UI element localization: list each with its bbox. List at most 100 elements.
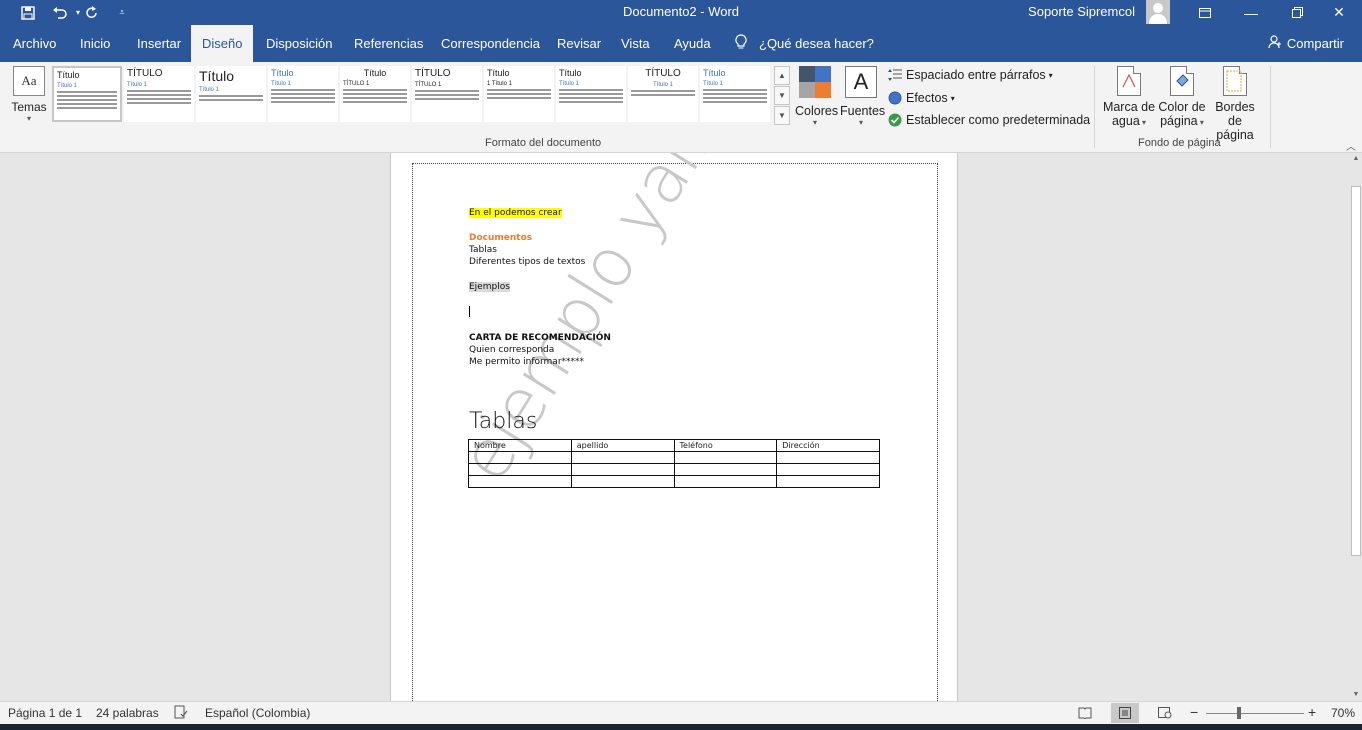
page-color-label-line1: Color de bbox=[1158, 100, 1206, 114]
paragraph-spacing-button[interactable]: Espaciado entre párrafos ▾ bbox=[888, 65, 1053, 85]
share-button[interactable]: Compartir bbox=[1268, 25, 1344, 62]
style-set-item[interactable]: Título Título 1 bbox=[52, 66, 122, 122]
fonts-button[interactable]: A Fuentes ▾ bbox=[840, 66, 885, 127]
group-label-page-background: Fondo de página bbox=[1138, 137, 1221, 149]
collapse-ribbon-icon[interactable]: ︿ bbox=[1346, 138, 1356, 153]
minimize-button[interactable]: — bbox=[1228, 0, 1274, 25]
table-cell[interactable]: Dirección bbox=[776, 439, 880, 452]
page-borders-icon bbox=[1223, 66, 1247, 96]
style-set-item[interactable]: Título Título 1 bbox=[196, 66, 266, 122]
set-as-default-button[interactable]: Establecer como predeterminada bbox=[888, 110, 1090, 130]
table-cell[interactable] bbox=[570, 463, 675, 476]
style-set-item[interactable]: Título 1 Título 1 bbox=[484, 66, 554, 122]
style-set-item[interactable]: Título Título 1 bbox=[556, 66, 626, 122]
effects-button[interactable]: Efectos ▾ bbox=[888, 88, 955, 108]
word-count[interactable]: 24 palabras bbox=[96, 706, 159, 720]
page-color-button[interactable]: Color de página ▾ bbox=[1155, 66, 1209, 128]
doc-line[interactable]: CARTA DE RECOMENDACIÓN bbox=[469, 333, 611, 343]
table-cell[interactable]: Nombre bbox=[468, 439, 572, 452]
scroll-up-icon[interactable]: ▲ bbox=[1350, 153, 1362, 165]
tab-referencias[interactable]: Referencias bbox=[343, 25, 434, 62]
table-cell[interactable] bbox=[673, 475, 778, 488]
colors-label: Colores bbox=[795, 104, 839, 118]
style-set-item[interactable]: TÍTULO Título 1 bbox=[628, 66, 698, 122]
doc-line[interactable]: Documentos bbox=[469, 233, 532, 243]
vertical-scrollbar[interactable]: ▲ ▼ bbox=[1350, 153, 1362, 701]
style-set-subtitle: Título 1 bbox=[57, 83, 78, 89]
tab-vista[interactable]: Vista bbox=[610, 25, 661, 62]
language[interactable]: Español (Colombia) bbox=[205, 706, 310, 720]
table-cell[interactable] bbox=[468, 451, 572, 464]
close-button[interactable]: ✕ bbox=[1316, 0, 1362, 25]
zoom-slider-thumb[interactable] bbox=[1237, 707, 1241, 719]
table-cell[interactable]: apellido bbox=[570, 439, 675, 452]
page-borders-button[interactable]: Bordes de página bbox=[1208, 66, 1262, 142]
doc-line[interactable]: Ejemplos bbox=[469, 282, 510, 292]
gallery-scroll: ▲ ▼ ▼ bbox=[774, 66, 790, 126]
tell-me-box[interactable]: ¿Qué desea hacer? bbox=[735, 25, 874, 62]
tab-disposicion[interactable]: Disposición bbox=[255, 25, 343, 62]
tab-inicio[interactable]: Inicio bbox=[69, 25, 121, 62]
zoom-in-icon[interactable]: + bbox=[1308, 704, 1316, 720]
document-area: ejemplo yaireth En el podemos crear Docu… bbox=[0, 153, 1350, 701]
scroll-thumb[interactable] bbox=[1351, 186, 1361, 556]
table-cell[interactable] bbox=[570, 451, 675, 464]
zoom-out-icon[interactable]: − bbox=[1190, 704, 1198, 720]
watermark-button[interactable]: Marca de agua ▾ bbox=[1102, 66, 1156, 128]
tab-correspondencia[interactable]: Correspondencia bbox=[430, 25, 551, 62]
style-set-item[interactable]: Título Título 1 bbox=[700, 66, 770, 122]
table-cell[interactable] bbox=[776, 451, 880, 464]
table-cell[interactable] bbox=[468, 463, 572, 476]
gallery-more-icon[interactable]: ▼ bbox=[774, 106, 790, 125]
table-cell[interactable]: Teléfono bbox=[673, 439, 778, 452]
proofing-icon[interactable] bbox=[174, 705, 188, 722]
tab-ayuda[interactable]: Ayuda bbox=[663, 25, 722, 62]
table-cell[interactable] bbox=[673, 451, 778, 464]
style-set-item[interactable]: Título TÍTULO 1 bbox=[340, 66, 410, 122]
zoom-level[interactable]: 70% bbox=[1331, 706, 1355, 720]
table-cell[interactable] bbox=[570, 475, 675, 488]
doc-line[interactable]: Diferentes tipos de textos bbox=[469, 257, 585, 267]
print-layout-icon[interactable] bbox=[1111, 703, 1139, 723]
heading-tablas[interactable]: Tablas bbox=[469, 409, 537, 434]
status-bar: Página 1 de 1 24 palabras Español (Colom… bbox=[0, 701, 1362, 724]
document-table[interactable]: Nombre apellido Teléfono Dirección bbox=[468, 439, 880, 488]
doc-line[interactable]: Tablas bbox=[469, 245, 497, 255]
avatar[interactable] bbox=[1146, 0, 1170, 24]
gallery-down-icon[interactable]: ▼ bbox=[774, 86, 790, 105]
style-set-item[interactable]: TÍTULO TÍTULO 1 bbox=[412, 66, 482, 122]
doc-line[interactable]: Me permito informar***** bbox=[469, 357, 584, 367]
table-cell[interactable] bbox=[776, 463, 880, 476]
scroll-down-icon[interactable]: ▼ bbox=[1350, 689, 1362, 701]
themes-button[interactable]: Aa Temas ▾ bbox=[10, 66, 48, 123]
style-set-item[interactable]: TÍTULO Título 1 bbox=[124, 66, 194, 122]
table-row: Nombre apellido Teléfono Dirección bbox=[468, 439, 880, 452]
tab-revisar[interactable]: Revisar bbox=[546, 25, 612, 62]
colors-button[interactable]: Colores ▾ bbox=[795, 66, 839, 127]
web-layout-icon[interactable] bbox=[1151, 703, 1179, 723]
page-color-label-line2: página bbox=[1160, 114, 1198, 128]
read-mode-icon[interactable] bbox=[1071, 703, 1099, 723]
page-count[interactable]: Página 1 de 1 bbox=[8, 706, 82, 720]
tab-insertar[interactable]: Insertar bbox=[126, 25, 192, 62]
page-color-icon bbox=[1170, 66, 1194, 96]
table-cell[interactable] bbox=[673, 463, 778, 476]
doc-line[interactable]: En el podemos crear bbox=[469, 208, 562, 218]
user-name[interactable]: Soporte Sipremcol bbox=[1028, 4, 1135, 19]
zoom-slider[interactable] bbox=[1206, 713, 1304, 714]
table-cell[interactable] bbox=[776, 475, 880, 488]
ribbon-display-options-icon[interactable] bbox=[1182, 0, 1228, 25]
style-set-item[interactable]: Título Título 1 bbox=[268, 66, 338, 122]
table-cell[interactable] bbox=[468, 475, 572, 488]
doc-line[interactable]: Quien corresponda bbox=[469, 345, 554, 355]
document-page[interactable]: ejemplo yaireth En el podemos crear Docu… bbox=[390, 153, 958, 701]
style-set-title: Título bbox=[559, 68, 582, 78]
gallery-up-icon[interactable]: ▲ bbox=[774, 66, 790, 85]
chevron-down-icon: ▾ bbox=[950, 93, 955, 103]
style-set-subtitle: Título 1 bbox=[271, 81, 292, 87]
tab-archivo[interactable]: Archivo bbox=[2, 25, 67, 62]
style-set-title: Título bbox=[271, 68, 294, 78]
style-set-title: TÍTULO bbox=[645, 68, 681, 79]
tab-diseno[interactable]: Diseño bbox=[191, 25, 254, 62]
restore-button[interactable] bbox=[1274, 0, 1320, 25]
